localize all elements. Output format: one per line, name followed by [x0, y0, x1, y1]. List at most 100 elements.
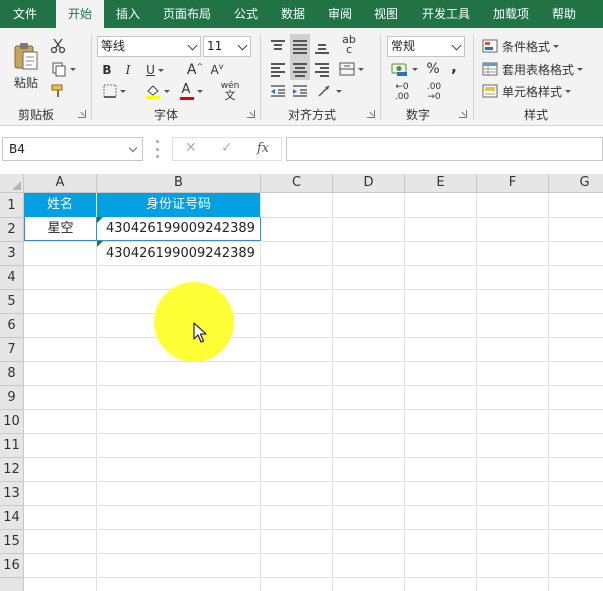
borders-button[interactable] [99, 81, 129, 101]
row-header-14[interactable]: 14 [0, 506, 24, 530]
worksheet-grid[interactable]: A B C D E F G 1 2 3 4 5 6 7 8 9 10 11 12… [0, 174, 603, 591]
cell-styles-button[interactable]: 单元格样式 [482, 81, 578, 101]
tab-file[interactable]: 文件 [0, 0, 50, 28]
row-header-2[interactable]: 2 [0, 218, 24, 242]
cut-button[interactable] [48, 36, 68, 56]
column-header-a[interactable]: A [24, 174, 97, 193]
copy-button[interactable] [48, 59, 78, 79]
name-box-value: B4 [9, 142, 25, 156]
accounting-format-button[interactable] [389, 59, 419, 79]
row-header-16[interactable]: 16 [0, 554, 24, 578]
error-indicator-icon[interactable] [97, 241, 103, 247]
tab-page-layout[interactable]: 页面布局 [154, 0, 220, 28]
row-header-12[interactable]: 12 [0, 458, 24, 482]
increase-decimal-button[interactable]: ←0 .00 [389, 81, 415, 103]
align-bottom-button[interactable] [312, 36, 332, 56]
row-header-4[interactable]: 4 [0, 266, 24, 290]
decrease-decimal-button[interactable]: .00 →0 [421, 81, 447, 103]
clipboard-launcher-icon[interactable] [78, 110, 86, 118]
merge-center-button[interactable] [336, 59, 366, 79]
column-header-d[interactable]: D [333, 174, 405, 193]
row-header-1[interactable]: 1 [0, 193, 24, 218]
row-header-10[interactable]: 10 [0, 410, 24, 434]
tab-review[interactable]: 审阅 [318, 0, 362, 28]
row-header-17[interactable] [0, 578, 24, 591]
orientation-angle-button[interactable] [314, 81, 344, 101]
cell-a2[interactable]: 星空 [24, 217, 97, 241]
select-all-button[interactable] [0, 174, 24, 193]
column-header-e[interactable]: E [405, 174, 477, 193]
row-header-13[interactable]: 13 [0, 482, 24, 506]
column-header-f[interactable]: F [477, 174, 549, 193]
alignment-launcher-icon[interactable] [367, 110, 375, 118]
number-format-combo[interactable]: 常规 [387, 36, 465, 57]
row-header-7[interactable]: 7 [0, 338, 24, 362]
row-header-3[interactable]: 3 [0, 242, 24, 266]
paste-button[interactable]: 粘贴 [8, 36, 44, 96]
grow-font-button[interactable]: A ^ [186, 60, 204, 80]
gridline [260, 193, 261, 591]
column-header-b[interactable]: B [97, 174, 261, 193]
conditional-formatting-button[interactable]: 条件格式 [482, 36, 568, 56]
formula-input[interactable] [286, 137, 603, 161]
currency-icon [391, 63, 407, 76]
row-header-8[interactable]: 8 [0, 362, 24, 386]
align-middle-button[interactable] [290, 34, 310, 58]
font-name-combo[interactable]: 等线 [97, 36, 201, 57]
format-painter-button[interactable] [48, 81, 68, 101]
enter-icon[interactable]: ✓ [221, 140, 233, 156]
phonetic-button[interactable]: wén 文 [216, 78, 244, 104]
row-header-5[interactable]: 5 [0, 290, 24, 314]
increase-decimal-top: ←0 [395, 82, 409, 92]
align-right-button[interactable] [312, 59, 332, 79]
mouse-pointer-icon [193, 322, 207, 343]
tab-insert[interactable]: 插入 [106, 0, 150, 28]
formula-bar-grip-icon[interactable] [156, 140, 159, 158]
cell-b3[interactable]: 430426199009242389 [97, 242, 260, 265]
tab-help[interactable]: 帮助 [542, 0, 586, 28]
cell-b2[interactable]: 430426199009242389 [96, 217, 261, 241]
percent-button[interactable]: % [423, 59, 443, 79]
cancel-icon[interactable]: ✕ [185, 140, 197, 156]
font-size-combo[interactable]: 11 [203, 36, 251, 57]
shrink-font-button[interactable]: Av [208, 60, 226, 80]
cell-a1[interactable]: 姓名 [24, 193, 97, 217]
row-header-11[interactable]: 11 [0, 434, 24, 458]
tab-formulas[interactable]: 公式 [226, 0, 266, 28]
decrease-indent-button[interactable] [268, 81, 288, 101]
gridline [24, 265, 603, 266]
row-header-9[interactable]: 9 [0, 386, 24, 410]
font-color-button[interactable]: A [176, 81, 206, 101]
italic-button[interactable]: I [120, 60, 136, 80]
error-indicator-icon[interactable] [97, 217, 103, 223]
column-header-c[interactable]: C [261, 174, 333, 193]
align-left-icon [270, 62, 286, 77]
column-header-g[interactable]: G [549, 174, 603, 193]
format-as-table-button[interactable]: 套用表格格式 [482, 59, 592, 79]
tab-addins[interactable]: 加载项 [484, 0, 538, 28]
align-left-button[interactable] [268, 59, 288, 79]
group-divider [260, 34, 261, 120]
paint-bucket-icon [145, 85, 160, 99]
tab-developer[interactable]: 开发工具 [412, 0, 480, 28]
underline-button[interactable]: U [142, 60, 168, 80]
orientation-button[interactable]: ab c [336, 34, 362, 56]
bold-button[interactable]: B [99, 60, 115, 80]
cell-b1[interactable]: 身份证号码 [97, 193, 260, 217]
tab-data[interactable]: 数据 [272, 0, 314, 28]
align-center-button[interactable] [290, 58, 310, 80]
row-header-6[interactable]: 6 [0, 314, 24, 338]
row-header-15[interactable]: 15 [0, 530, 24, 554]
comma-style-button[interactable]: , [446, 57, 462, 77]
tab-home[interactable]: 开始 [56, 0, 104, 30]
chevron-down-icon [357, 67, 364, 71]
increase-indent-button[interactable] [290, 81, 310, 101]
border-icon [103, 84, 116, 98]
number-launcher-icon[interactable] [459, 110, 467, 118]
tab-view[interactable]: 视图 [364, 0, 408, 28]
font-launcher-icon[interactable] [247, 110, 255, 118]
insert-function-icon[interactable]: fx [257, 141, 269, 156]
name-box[interactable]: B4 [2, 137, 143, 161]
fill-color-button[interactable] [142, 81, 172, 101]
align-top-button[interactable] [268, 36, 288, 56]
